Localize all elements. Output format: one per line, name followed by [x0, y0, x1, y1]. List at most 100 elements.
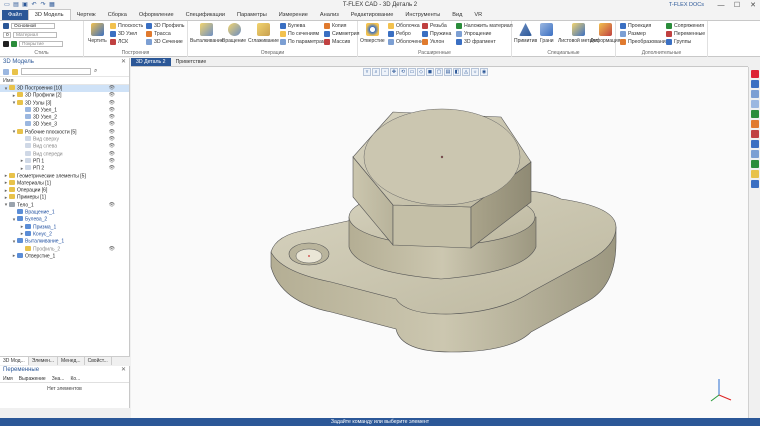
doc-tab-welcome[interactable]: Приветствие — [171, 58, 212, 66]
save-icon[interactable]: ▣ — [22, 2, 28, 8]
plane-button[interactable]: Плоскость — [110, 23, 143, 29]
measure-icon[interactable] — [750, 110, 759, 118]
camera-icon[interactable] — [750, 160, 759, 168]
doc-tab-part[interactable]: 3D Деталь 2 — [131, 58, 171, 66]
thickness-field[interactable]: 0 — [3, 32, 11, 38]
tab-parameters[interactable]: Параметры — [231, 10, 273, 20]
array-button[interactable]: Массив — [324, 39, 350, 45]
hole-button[interactable]: Отверстие — [360, 23, 385, 44]
tab-elements-panel[interactable]: Элемен... — [29, 357, 59, 365]
print-icon[interactable] — [750, 180, 759, 188]
folder-icon[interactable] — [12, 68, 18, 75]
zoom-in-icon[interactable] — [750, 100, 759, 108]
tree-item[interactable]: ▸ Геометрические элементы [5] — [0, 172, 129, 180]
visibility-icon[interactable]: 👁 — [109, 100, 115, 107]
panel-close-icon[interactable]: ✕ — [121, 58, 126, 67]
filter-toggle-icon[interactable] — [750, 140, 759, 148]
magnet-icon[interactable] — [750, 70, 759, 78]
visibility-icon[interactable]: 👁 — [109, 143, 115, 150]
visibility-icon[interactable]: 👁 — [109, 165, 115, 172]
tree-item[interactable]: ▾ 3D Построения [10] 👁 — [0, 85, 129, 93]
visibility-icon[interactable]: 👁 — [109, 202, 115, 209]
tree-item[interactable]: 3D Узел_2 👁 — [0, 114, 129, 121]
tree-item[interactable]: ▸ Операции [6] — [0, 187, 129, 194]
lsk-button[interactable]: ЛСК — [110, 39, 128, 45]
search-icon[interactable]: ⌕ — [94, 68, 97, 75]
open-icon[interactable]: ▤ — [13, 2, 19, 8]
fragment3d-button[interactable]: 3D фрагмент — [456, 39, 496, 45]
undo-icon[interactable]: ↶ — [31, 2, 37, 8]
tab-analysis[interactable]: Анализ — [314, 10, 345, 20]
tree-item[interactable]: ▸ Примеры [1] — [0, 194, 129, 201]
rotate-button[interactable]: Вращение — [222, 23, 246, 44]
tree-item[interactable]: Вид слева 👁 — [0, 143, 129, 150]
tree-item[interactable]: ▸ РП 2 👁 — [0, 165, 129, 172]
tree-item[interactable]: Профиль_2 👁 — [0, 245, 129, 253]
by-params-button[interactable]: По параметрам — [280, 39, 326, 45]
tab-tools[interactable]: Инструменты — [399, 10, 446, 20]
shell-button[interactable]: Оболочка — [388, 23, 420, 29]
groups-button[interactable]: Группы — [666, 39, 691, 45]
tree-item[interactable]: ▾ Тело_1 👁 — [0, 201, 129, 209]
style-select[interactable]: Основной — [11, 23, 55, 29]
tree-item[interactable]: ▸ Отверстие_1 — [0, 252, 129, 260]
tree-item[interactable]: ▸ Материалы [1] — [0, 179, 129, 187]
check-icon[interactable] — [750, 130, 759, 138]
col-value[interactable]: Зна... — [52, 375, 65, 382]
tab-properties-panel[interactable]: Свойст... — [85, 357, 112, 365]
tab-3d-model-panel[interactable]: 3D Мод... — [0, 357, 29, 365]
spring-button[interactable]: Пружина — [422, 31, 451, 37]
pointer-icon[interactable] — [750, 120, 759, 128]
tab-specifications[interactable]: Спецификации — [180, 10, 231, 20]
size-button[interactable]: Размер — [620, 31, 646, 37]
tree-search-input[interactable] — [21, 68, 91, 75]
projection-button[interactable]: Проекция — [620, 23, 651, 29]
slope-button[interactable]: Уклон — [422, 39, 444, 45]
variables-button[interactable]: Переменные — [666, 31, 705, 37]
material-field[interactable]: Материал — [13, 32, 57, 38]
coating-field[interactable]: Покрытие — [19, 41, 63, 47]
tab-file[interactable]: Файл — [2, 10, 28, 20]
tab-measure[interactable]: Измерение — [273, 10, 314, 20]
symmetry-button[interactable]: Симметрия — [324, 31, 359, 37]
by-section-button[interactable]: По сечениям — [280, 31, 319, 37]
visibility-icon[interactable]: 👁 — [109, 151, 115, 158]
zoom-icon[interactable] — [750, 90, 759, 98]
tab-manager-panel[interactable]: Менед... — [58, 357, 85, 365]
part-model[interactable] — [131, 67, 748, 418]
minimize-button[interactable]: — — [716, 2, 726, 9]
layers-icon[interactable] — [750, 150, 759, 158]
visibility-icon[interactable]: 👁 — [109, 129, 115, 136]
tab-assembly[interactable]: Сборка — [102, 10, 133, 20]
variables-close-icon[interactable]: ✕ — [121, 366, 126, 375]
visibility-icon[interactable]: 👁 — [109, 246, 115, 253]
visibility-icon[interactable]: 👁 — [109, 85, 115, 92]
draw-button[interactable]: Чертить — [88, 23, 107, 44]
redo-icon[interactable]: ↷ — [40, 2, 46, 8]
tree-item[interactable]: 3D Узел_1 👁 — [0, 106, 129, 114]
faces-button[interactable]: Грани — [540, 23, 554, 44]
tree-item[interactable]: ▾ Выталкивание_1 — [0, 238, 129, 245]
col-name[interactable]: Имя — [3, 375, 13, 382]
node3d-button[interactable]: 3D Узел — [110, 31, 137, 37]
color-green-icon[interactable] — [11, 41, 17, 47]
tab-edit[interactable]: Редактирование — [345, 10, 400, 20]
tab-view[interactable]: Вид — [446, 10, 468, 20]
transform-button[interactable]: Преобразования — [620, 39, 668, 45]
tab-formatting[interactable]: Оформление — [133, 10, 180, 20]
trace-button[interactable]: Трасса — [146, 31, 171, 37]
section3d-button[interactable]: 3D Сечение — [146, 39, 183, 45]
primitives-button[interactable]: Примитив — [514, 23, 537, 44]
col-expression[interactable]: Выражение — [19, 375, 46, 382]
filter-icon[interactable] — [3, 68, 9, 75]
profile3d-button[interactable]: 3D Профиль — [146, 23, 184, 29]
tree-item[interactable]: Вращение_1 — [0, 209, 129, 216]
visibility-icon[interactable]: 👁 — [109, 114, 115, 121]
maximize-button[interactable]: ☐ — [732, 1, 742, 9]
visibility-icon[interactable]: 👁 — [109, 92, 115, 99]
visibility-icon[interactable]: 👁 — [109, 107, 115, 114]
tree-item[interactable]: ▸ Призма_1 — [0, 223, 129, 231]
visibility-icon[interactable]: 👁 — [109, 136, 115, 143]
simplify-button[interactable]: Упрощение — [456, 31, 491, 37]
tree-item[interactable]: Вид сверху 👁 — [0, 136, 129, 143]
